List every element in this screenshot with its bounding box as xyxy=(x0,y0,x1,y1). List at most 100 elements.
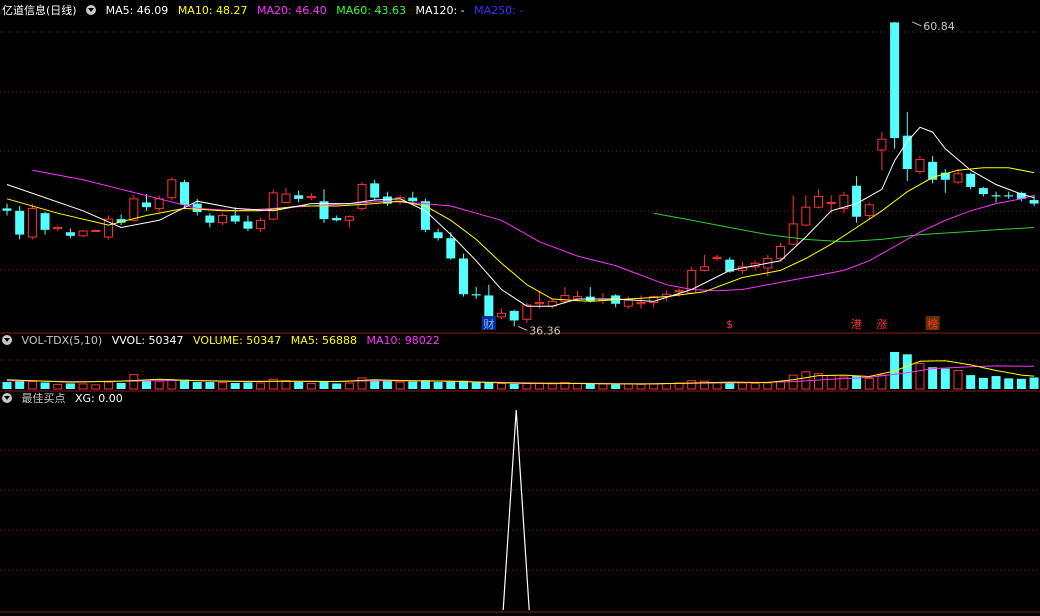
volume-bar xyxy=(319,382,329,389)
volume-bar xyxy=(877,374,887,390)
volume-bar xyxy=(446,381,456,389)
kline-chart[interactable]: 60.84 36.36 财 $ 港 涨 榜 xyxy=(0,0,1040,616)
candle xyxy=(636,302,646,305)
volume-bar xyxy=(433,382,443,389)
volume-bar xyxy=(484,382,494,389)
volume-bar xyxy=(256,382,266,390)
candle xyxy=(991,195,1001,197)
volume-bar xyxy=(471,382,481,389)
candle xyxy=(978,188,988,195)
volume-bar xyxy=(585,383,595,389)
candle xyxy=(243,221,253,229)
volume-bar xyxy=(167,379,177,390)
volume-bar xyxy=(129,374,139,390)
volume-bar xyxy=(915,363,925,390)
high-pointer xyxy=(912,21,922,27)
candle xyxy=(65,232,75,236)
volume-bar xyxy=(978,377,988,389)
volume-bar xyxy=(344,382,354,390)
volume-bar xyxy=(623,383,633,390)
candle xyxy=(141,202,151,208)
volume-bar xyxy=(91,384,101,390)
candle xyxy=(1029,200,1039,204)
candle xyxy=(91,229,101,232)
volume-bar xyxy=(1029,377,1039,389)
volume-bar xyxy=(1004,378,1014,389)
candle xyxy=(497,312,507,318)
volume-bar xyxy=(2,382,12,389)
volume-bar xyxy=(649,383,659,390)
event-marker: 港 xyxy=(851,318,862,331)
volume-bar xyxy=(940,368,950,389)
candle xyxy=(27,207,37,238)
candle xyxy=(522,304,532,320)
candle xyxy=(154,198,164,209)
xg-signal-line xyxy=(502,409,530,611)
candle xyxy=(395,197,405,202)
candle xyxy=(674,290,684,293)
volume-bar xyxy=(180,379,190,389)
candle xyxy=(218,215,228,224)
candle xyxy=(129,198,139,221)
event-marker: 涨 xyxy=(876,318,887,331)
candle xyxy=(78,230,88,237)
volume-bar xyxy=(141,380,151,389)
volume-bar xyxy=(306,382,316,390)
candle xyxy=(864,204,874,217)
volume-bar xyxy=(243,382,253,389)
candle xyxy=(966,173,976,187)
low-price-label: 36.36 xyxy=(529,324,561,337)
candle xyxy=(446,238,456,259)
candle xyxy=(826,201,836,205)
candle xyxy=(1004,195,1014,197)
volume-bar xyxy=(775,381,785,390)
candle xyxy=(205,215,215,223)
volume-bar xyxy=(1016,378,1026,389)
volume-bar xyxy=(750,382,760,390)
low-pointer xyxy=(517,325,528,331)
volume-bar xyxy=(382,380,392,389)
volume-bar xyxy=(763,382,773,390)
candle xyxy=(712,256,722,259)
candle xyxy=(458,258,468,295)
volume-bar xyxy=(509,383,519,389)
volume-bar xyxy=(953,370,963,390)
candle xyxy=(877,138,887,151)
candle xyxy=(788,223,798,245)
volume-bar xyxy=(116,382,126,389)
candle xyxy=(699,266,709,271)
candle xyxy=(953,173,963,183)
candle xyxy=(332,217,342,221)
candle xyxy=(230,215,240,222)
candle xyxy=(53,226,63,230)
volume-bar xyxy=(27,381,37,390)
candle xyxy=(370,183,380,198)
ma10-line xyxy=(6,167,1035,302)
volume-bar xyxy=(154,380,164,390)
candle xyxy=(268,192,278,220)
volume-bar xyxy=(294,382,304,389)
candle xyxy=(902,135,912,170)
volume-bar xyxy=(902,354,912,389)
volume-bar xyxy=(357,377,367,390)
volume-bar xyxy=(408,381,418,389)
volume-bar xyxy=(712,382,722,390)
candle xyxy=(344,216,354,221)
volume-bar xyxy=(547,383,557,390)
volume-bar xyxy=(497,382,507,390)
candle xyxy=(15,210,25,235)
candle xyxy=(433,232,443,239)
volume-bar xyxy=(864,377,874,390)
volume-bar xyxy=(192,382,202,389)
volume-bar xyxy=(78,383,88,390)
volume-bar xyxy=(522,382,532,390)
volume-bar xyxy=(928,367,938,389)
candle xyxy=(915,159,925,172)
candle xyxy=(623,299,633,307)
high-price-label: 60.84 xyxy=(923,20,955,33)
volume-bar xyxy=(15,381,25,389)
candle xyxy=(814,195,824,208)
volume-bar xyxy=(826,375,836,390)
volume-bar xyxy=(218,382,228,390)
volume-bar xyxy=(737,382,747,390)
